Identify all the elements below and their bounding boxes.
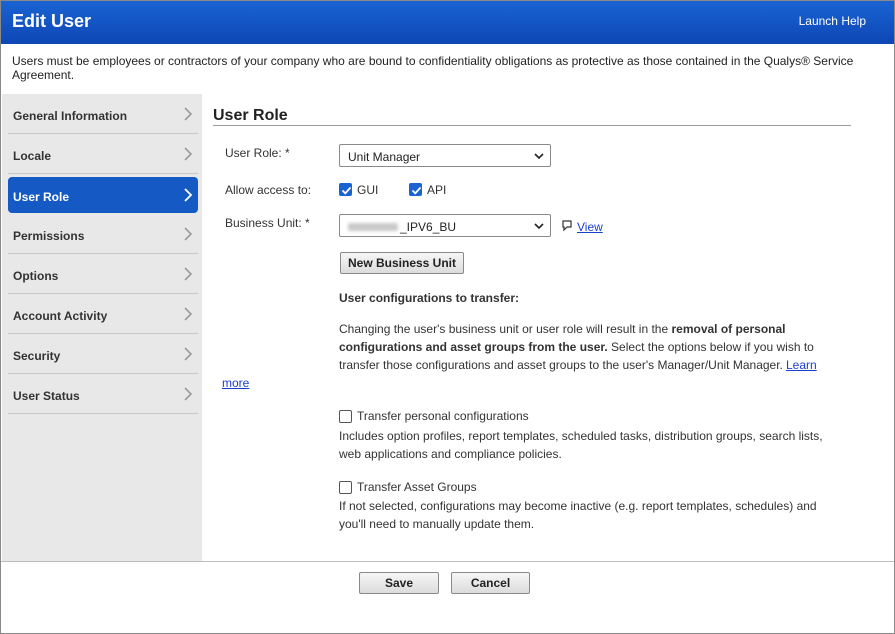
chevron-right-icon: [184, 307, 193, 321]
chevron-right-icon: [184, 107, 193, 121]
launch-help-link[interactable]: Launch Help: [799, 14, 866, 28]
sidebar-item-general-information[interactable]: General Information: [8, 96, 198, 134]
edit-user-window: Edit User Launch Help Users must be empl…: [0, 0, 895, 634]
api-checkbox[interactable]: [409, 183, 422, 196]
sidebar-item-user-status[interactable]: User Status: [8, 376, 198, 414]
checkmark-icon: [411, 186, 422, 195]
api-label: API: [427, 183, 447, 197]
chevron-down-icon: [534, 223, 544, 230]
sidebar-item-permissions[interactable]: Permissions: [8, 216, 198, 254]
view-icon[interactable]: [561, 220, 573, 232]
transfer-desc-text: Changing the user's business unit or use…: [339, 322, 672, 336]
sidebar-item-account-activity[interactable]: Account Activity: [8, 296, 198, 334]
chevron-right-icon: [184, 347, 193, 361]
sidebar-item-label: General Information: [13, 109, 128, 123]
transfer-description: Changing the user's business unit or use…: [339, 320, 824, 374]
view-business-unit-link[interactable]: View: [577, 220, 603, 234]
sidebar-item-options[interactable]: Options: [8, 256, 198, 294]
title-bar: Edit User Launch Help: [1, 1, 894, 44]
user-role-value: Unit Manager: [348, 150, 421, 164]
sidebar-item-label: User Role: [13, 190, 70, 204]
page-title: Edit User: [12, 11, 92, 31]
sidebar: General Information Locale User Role Per…: [2, 94, 202, 561]
business-unit-label: Business Unit: *: [225, 216, 310, 230]
transfer-personal-checkbox[interactable]: [339, 410, 352, 423]
transfer-heading: User configurations to transfer:: [339, 291, 520, 305]
transfer-asset-groups-checkbox[interactable]: [339, 481, 352, 494]
sidebar-item-label: Account Activity: [13, 309, 108, 323]
user-role-label: User Role: *: [225, 146, 290, 160]
chevron-right-icon: [184, 267, 193, 281]
section-title: User Role: [213, 107, 288, 124]
main-content: User Role User Role: * Unit Manager Allo…: [202, 94, 894, 561]
sidebar-item-label: Locale: [13, 149, 52, 163]
transfer-asset-groups-label: Transfer Asset Groups: [357, 480, 477, 494]
gui-checkbox[interactable]: [339, 183, 352, 196]
allow-access-label: Allow access to:: [225, 183, 312, 197]
redacted-text: [348, 223, 398, 231]
sidebar-item-label: Options: [13, 269, 59, 283]
sidebar-item-locale[interactable]: Locale: [8, 136, 198, 174]
sidebar-item-label: User Status: [13, 389, 80, 403]
user-role-select[interactable]: Unit Manager: [339, 144, 551, 167]
chevron-right-icon: [184, 227, 193, 241]
chevron-right-icon: [184, 188, 193, 202]
chevron-right-icon: [184, 147, 193, 161]
learn-more-link[interactable]: Learn more: [222, 356, 817, 390]
sidebar-item-user-role[interactable]: User Role: [8, 177, 198, 213]
transfer-personal-label: Transfer personal configurations: [357, 409, 529, 423]
sidebar-item-label: Permissions: [13, 229, 85, 243]
sidebar-item-label: Security: [13, 349, 61, 363]
chevron-right-icon: [184, 387, 193, 401]
save-button[interactable]: Save: [359, 572, 439, 594]
business-unit-select[interactable]: _IPV6_BU: [339, 214, 551, 237]
transfer-personal-description: Includes option profiles, report templat…: [339, 429, 823, 461]
footer-divider: [1, 561, 894, 562]
cancel-button[interactable]: Cancel: [451, 572, 530, 594]
new-business-unit-button[interactable]: New Business Unit: [340, 252, 464, 274]
sidebar-item-security[interactable]: Security: [8, 336, 198, 374]
section-divider: [213, 125, 851, 126]
learn-more-link-text-2[interactable]: more: [222, 374, 249, 392]
transfer-asset-groups-description: If not selected, configurations may beco…: [339, 499, 817, 531]
business-unit-value: _IPV6_BU: [400, 220, 457, 234]
gui-label: GUI: [357, 183, 379, 197]
learn-more-link-text[interactable]: Learn: [786, 358, 817, 372]
checkmark-icon: [341, 186, 352, 195]
chevron-down-icon: [534, 153, 544, 160]
confidentiality-notice: Users must be employees or contractors o…: [12, 54, 854, 82]
